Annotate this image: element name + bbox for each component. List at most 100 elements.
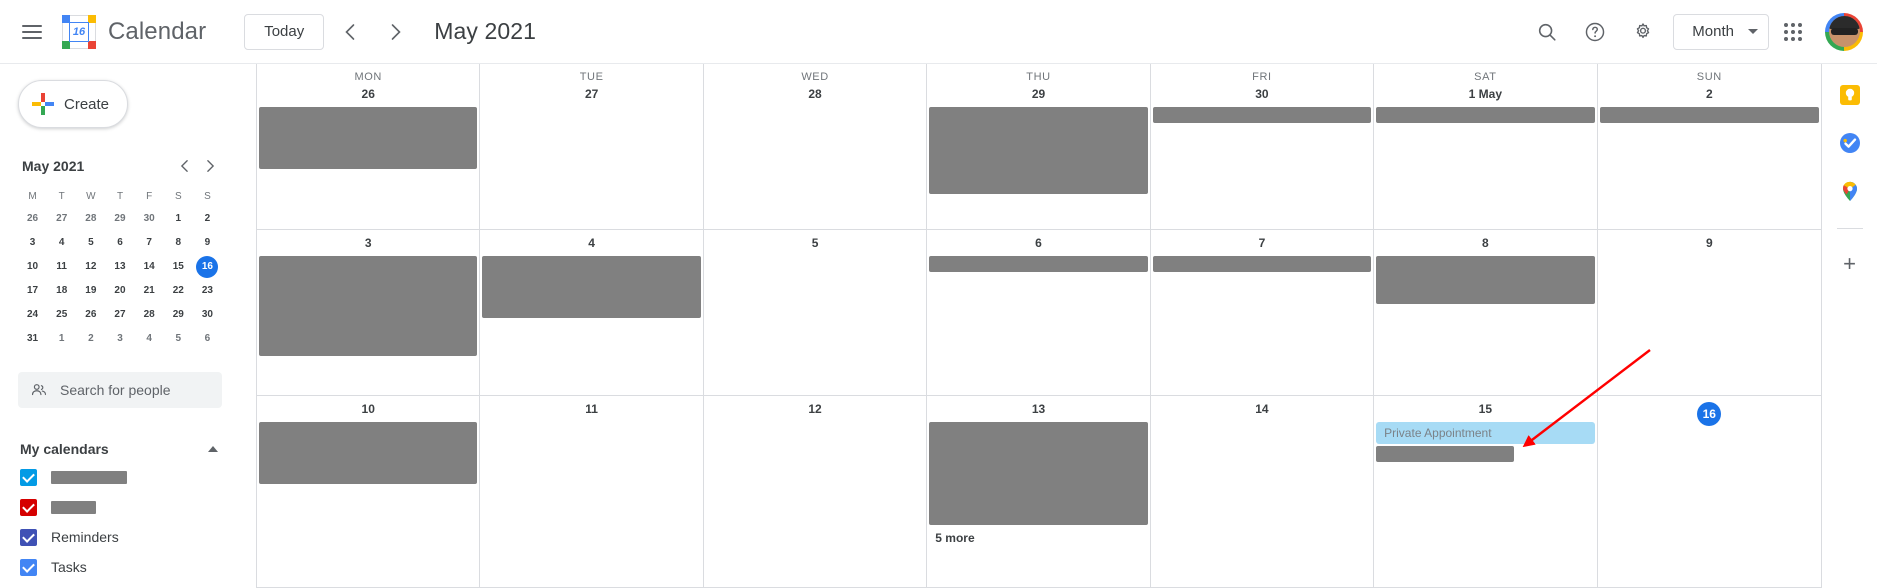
day-cell[interactable]: 13 5 more: [927, 396, 1151, 587]
tasks-icon[interactable]: [1837, 130, 1863, 156]
mini-calendar-day[interactable]: 28: [80, 208, 102, 230]
day-number[interactable]: 11: [480, 396, 702, 422]
mini-calendar-day[interactable]: 27: [51, 208, 73, 230]
next-period-button[interactable]: [376, 12, 416, 52]
day-number[interactable]: 4: [480, 230, 702, 256]
event-chip-redacted[interactable]: [929, 107, 1148, 194]
day-number-today[interactable]: 16: [1598, 396, 1821, 432]
maps-icon[interactable]: [1837, 178, 1863, 204]
day-cell[interactable]: 4: [480, 230, 704, 395]
mini-calendar-day[interactable]: 21: [138, 280, 160, 302]
mini-calendar-day[interactable]: 1: [167, 208, 189, 230]
event-chip-redacted[interactable]: [1152, 256, 1372, 272]
my-calendars-header[interactable]: My calendars: [18, 436, 234, 462]
mini-calendar-day[interactable]: 24: [22, 304, 44, 326]
day-number[interactable]: 8: [1374, 230, 1596, 256]
calendar-list-item[interactable]: Tasks: [18, 552, 234, 582]
mini-calendar-day[interactable]: 17: [22, 280, 44, 302]
mini-calendar-day[interactable]: 20: [109, 280, 131, 302]
event-chip-redacted[interactable]: [259, 422, 478, 484]
mini-calendar-day[interactable]: 27: [109, 304, 131, 326]
day-number[interactable]: 29: [927, 83, 1149, 107]
mini-calendar-day[interactable]: 13: [109, 256, 131, 278]
today-button[interactable]: Today: [244, 13, 325, 50]
calendar-list-item[interactable]: [18, 492, 234, 522]
mini-calendar-day[interactable]: 5: [167, 328, 189, 350]
day-number[interactable]: 12: [704, 396, 926, 422]
day-number[interactable]: 15: [1374, 396, 1596, 422]
day-number[interactable]: 26: [257, 83, 479, 107]
mini-calendar-day[interactable]: 26: [22, 208, 44, 230]
calendar-checkbox[interactable]: [20, 558, 37, 576]
calendar-list-item[interactable]: [18, 462, 234, 492]
day-cell[interactable]: SAT 1 May: [1374, 64, 1598, 229]
mini-calendar-day[interactable]: 4: [51, 232, 73, 254]
mini-calendar-day[interactable]: 30: [196, 304, 218, 326]
add-addon-button[interactable]: +: [1843, 253, 1856, 275]
day-cell[interactable]: 3: [257, 230, 481, 395]
day-cell[interactable]: SUN 2: [1598, 64, 1821, 229]
mini-calendar-day[interactable]: 23: [196, 280, 218, 302]
mini-calendar-day[interactable]: 25: [51, 304, 73, 326]
more-events-link[interactable]: 5 more: [927, 527, 1149, 545]
event-chip-redacted[interactable]: [1376, 446, 1514, 462]
mini-calendar-day[interactable]: 26: [80, 304, 102, 326]
mini-calendar-day[interactable]: 12: [80, 256, 102, 278]
avatar[interactable]: [1825, 12, 1863, 51]
calendar-list-item[interactable]: Reminders: [18, 522, 234, 552]
create-button[interactable]: Create: [18, 80, 128, 128]
day-number[interactable]: 14: [1151, 396, 1373, 422]
day-cell[interactable]: 10: [257, 396, 481, 587]
event-chip-redacted[interactable]: [259, 107, 478, 169]
calendar-checkbox[interactable]: [20, 528, 37, 546]
mini-calendar-day[interactable]: 4: [138, 328, 160, 350]
mini-calendar-day[interactable]: 29: [167, 304, 189, 326]
mini-calendar-day[interactable]: 29: [109, 208, 131, 230]
day-cell[interactable]: FRI 30: [1151, 64, 1375, 229]
mini-calendar-day[interactable]: 9: [196, 232, 218, 254]
day-number[interactable]: 1 May: [1374, 83, 1596, 107]
day-number[interactable]: 7: [1151, 230, 1373, 256]
mini-calendar-day[interactable]: 3: [22, 232, 44, 254]
event-chip-redacted[interactable]: [929, 422, 1148, 525]
mini-calendar-day[interactable]: 6: [196, 328, 218, 350]
mini-calendar-day[interactable]: 5: [80, 232, 102, 254]
help-button[interactable]: [1571, 8, 1619, 56]
mini-calendar-day[interactable]: 11: [51, 256, 73, 278]
event-chip-redacted[interactable]: [259, 256, 478, 356]
day-cell[interactable]: 11: [480, 396, 704, 587]
day-cell[interactable]: 14: [1151, 396, 1375, 587]
google-apps-button[interactable]: [1769, 8, 1817, 56]
event-chip[interactable]: Private Appointment: [1376, 422, 1595, 444]
event-chip-redacted[interactable]: [1152, 107, 1372, 123]
google-calendar-logo[interactable]: 16: [62, 14, 96, 49]
mini-calendar-day[interactable]: 30: [138, 208, 160, 230]
hamburger-menu-button[interactable]: [8, 8, 56, 56]
mini-calendar-day[interactable]: 2: [196, 208, 218, 230]
mini-calendar-day[interactable]: 6: [109, 232, 131, 254]
calendar-checkbox[interactable]: [20, 498, 37, 516]
day-cell[interactable]: MON 26: [257, 64, 481, 229]
event-chip-redacted[interactable]: [1376, 107, 1595, 123]
day-cell[interactable]: 8: [1374, 230, 1598, 395]
search-for-people-input[interactable]: Search for people: [18, 372, 222, 408]
day-number[interactable]: 10: [257, 396, 479, 422]
day-number[interactable]: 5: [704, 230, 926, 256]
event-chip-redacted[interactable]: [1599, 107, 1819, 123]
mini-calendar-day[interactable]: 1: [51, 328, 73, 350]
day-cell[interactable]: 6: [927, 230, 1151, 395]
day-cell[interactable]: 12: [704, 396, 928, 587]
day-cell[interactable]: 7: [1151, 230, 1375, 395]
mini-calendar-day[interactable]: 28: [138, 304, 160, 326]
mini-calendar-day[interactable]: 22: [167, 280, 189, 302]
day-cell[interactable]: 9: [1598, 230, 1821, 395]
mini-calendar-today[interactable]: 16: [196, 256, 219, 278]
mini-calendar-day[interactable]: 8: [167, 232, 189, 254]
day-cell[interactable]: THU 29: [927, 64, 1151, 229]
mini-prev-month-button[interactable]: [172, 154, 196, 178]
calendar-checkbox[interactable]: [20, 468, 37, 486]
mini-calendar-day[interactable]: 14: [138, 256, 160, 278]
mini-calendar-day[interactable]: 10: [22, 256, 44, 278]
day-number[interactable]: 9: [1598, 230, 1821, 256]
day-cell[interactable]: 15 Private Appointment: [1374, 396, 1598, 587]
